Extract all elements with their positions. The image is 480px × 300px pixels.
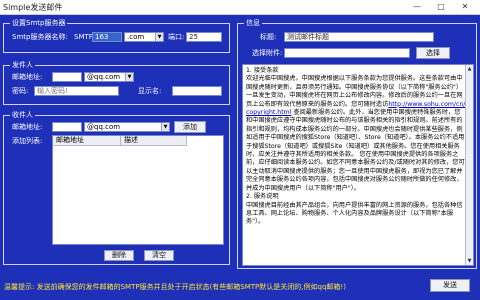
attachment-label: 选择附件: [252,49,283,57]
recipient-email-label: 邮箱地址: [12,123,43,131]
chevron-down-icon: ▼ [155,33,163,41]
sender-group: 发件人 邮箱地址: @qq.com ▼ 密码: 输入密码! 显示名: [3,61,230,105]
scroll-up-icon[interactable]: ▲ [466,65,473,73]
smtp-server-label: Smtp服务器名称: [12,33,68,41]
recipient-email-input[interactable] [52,122,82,132]
smtp-legend: 设置Smtp服务器 [10,19,68,28]
smtp-port-label: 端口: [168,33,185,41]
close-button[interactable]: ✕ [452,1,478,13]
app-window: Simple发送邮件 — □ ✕ 设置Smtp服务器 Smtp服务器名称: SM… [0,0,480,300]
sender-email-label: 邮箱地址: [12,73,43,81]
delete-recipient-button[interactable]: 删除 [104,250,134,261]
column-header-address[interactable]: 邮箱地址 [53,136,121,146]
message-body-text: 1. 接受条款 欢迎光临中国搜虎。中国搜虎根据以下服务条款为您提供服务。这些条款… [246,67,466,227]
sender-email-input[interactable] [52,72,82,82]
clear-recipients-button[interactable]: 清空 [144,250,174,261]
body-paragraph: 中国搜虎目前经由其产品组合，向用户提供丰富的网上资源的服务，包括各种信息工具、网… [246,201,463,226]
attachment-path-input[interactable] [284,48,410,58]
body-paragraph: 欢迎光临中国搜虎。中国搜虎根据以下服务条款为您提供服务。这些条款可由中国搜虎随时… [246,75,466,192]
add-recipient-button[interactable]: 添加 [174,121,206,133]
minimize-button[interactable]: — [406,1,428,13]
send-button[interactable]: 发送 [430,279,470,292]
smtp-prefix: SMTP [74,33,93,41]
recipient-list[interactable]: 邮箱地址 描述 [52,135,224,245]
subject-label: 标题: [260,33,277,41]
message-body[interactable]: 1. 接受条款 欢迎光临中国搜虎。中国搜虎根据以下服务条款为您提供服务。这些条款… [242,64,474,266]
recipient-domain-value: @qq.com [87,123,121,131]
sender-password-input[interactable]: 输入密码! [34,86,119,96]
smtp-server-input[interactable]: 163 [92,32,122,42]
subject-input[interactable]: 测试邮件标题 [284,32,434,42]
message-group: 信息 标题: 测试邮件标题 选择附件: 选择 1. 接受条款 欢迎光临中国搜虎。… [237,19,477,269]
recipient-domain-select[interactable]: @qq.com ▼ [84,122,170,132]
recipient-list-label: 添加列表: [12,137,43,145]
message-legend: 信息 [244,19,262,28]
chevron-down-icon: ▼ [161,123,169,131]
smtp-domain-value: .com [127,33,145,41]
maximize-button[interactable]: □ [430,1,452,13]
smtp-group: 设置Smtp服务器 Smtp服务器名称: SMTP 163 .com ▼ 端口:… [3,19,230,53]
scroll-down-icon[interactable]: ▼ [466,257,473,265]
sender-display-input[interactable] [172,86,222,96]
sender-legend: 发件人 [10,61,35,70]
title-bar: Simple发送邮件 — □ ✕ [0,0,480,15]
choose-attachment-button[interactable]: 选择 [416,47,450,59]
client-area: 设置Smtp服务器 Smtp服务器名称: SMTP 163 .com ▼ 端口:… [0,15,480,300]
sender-domain-value: @qq.com [87,73,121,81]
recipients-group: 收件人 邮箱地址: @qq.com ▼ 添加 添加列表: 邮箱地址 描述 删除 … [3,111,230,265]
sender-password-label: 密码: [12,87,29,95]
sender-domain-select[interactable]: @qq.com ▼ [84,72,134,82]
chevron-down-icon: ▼ [125,73,133,81]
sender-display-label: 显示名: [138,87,162,95]
body-paragraph: 2. 服务说明 [246,193,279,201]
column-header-description[interactable]: 描述 [121,136,187,146]
window-title: Simple发送邮件 [3,3,63,12]
smtp-domain-select[interactable]: .com ▼ [124,32,164,42]
vertical-scrollbar[interactable]: ▲ ▼ [465,65,473,265]
smtp-port-input[interactable]: 25 [186,32,222,42]
recipients-legend: 收件人 [10,111,35,120]
status-tip: 温馨提示: 发送前确保您的发件邮箱的SMTP服务并且处于开启状态(有些邮箱SMT… [4,283,346,291]
